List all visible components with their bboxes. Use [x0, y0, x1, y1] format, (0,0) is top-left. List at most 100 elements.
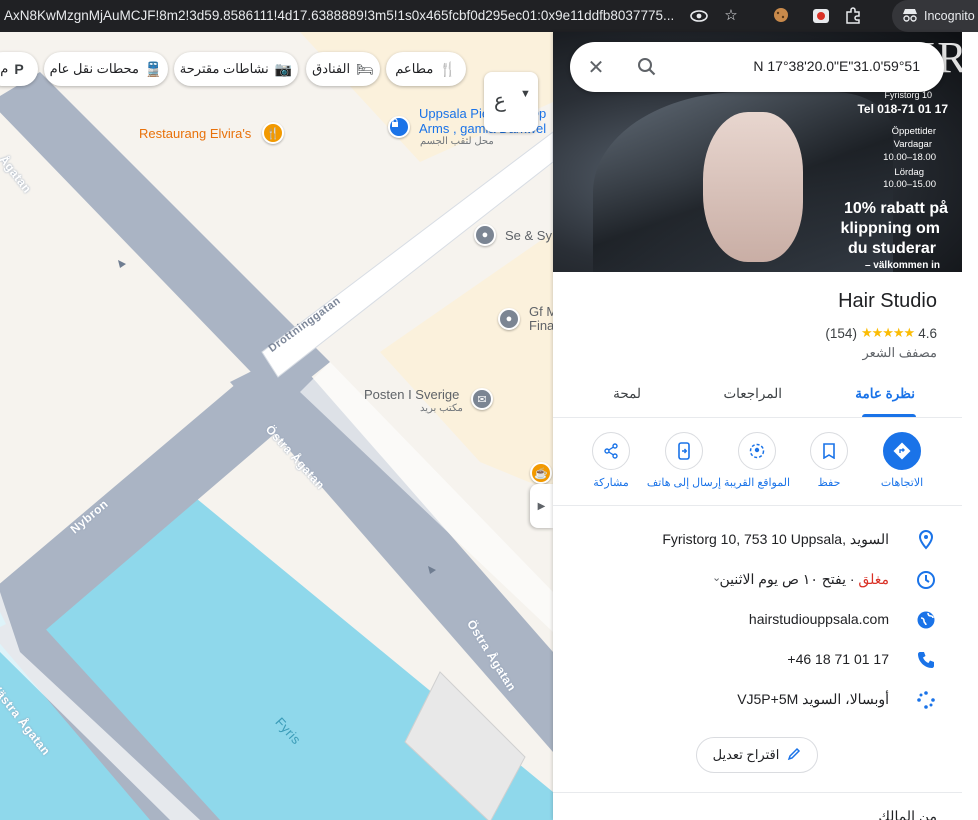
restaurant-pin-icon[interactable]: 🍴 [262, 122, 284, 144]
send-to-phone-button[interactable]: إرسال إلى هاتف [644, 432, 724, 489]
nearby-button[interactable]: المواقع القريبة [717, 432, 797, 489]
chip-parking[interactable]: م P [0, 52, 38, 86]
hotel-icon: 🛏 [356, 60, 374, 77]
chip-transit[interactable]: محطات نقل عام 🚆 [44, 52, 168, 86]
hero-hours-title: Öppettider [891, 126, 936, 137]
poi-restaurang-elviras[interactable]: Restaurang Elvira's [139, 126, 251, 141]
phone-row[interactable]: +46 18 71 01 17 [553, 639, 962, 679]
chip-things-to-do-label: نشاطات مقترحة [179, 61, 269, 76]
hero-welcome: – välkommen in [864, 260, 940, 271]
directions-button[interactable]: الاتجاهات [862, 432, 942, 489]
extensions-puzzle-icon[interactable] [843, 6, 863, 26]
nearby-icon [738, 432, 776, 470]
poi-posten-category: مكتب بريد [420, 403, 463, 414]
pencil-icon [787, 747, 801, 764]
hours-status: مغلق [858, 571, 889, 587]
directions-icon [883, 432, 921, 470]
hero-promo-3: du studerar [847, 240, 936, 257]
hero-saturday-hours: 10.00–15.00 [883, 179, 936, 190]
website-row[interactable]: hairstudiouppsala.com [553, 599, 962, 639]
incognito-icon [902, 8, 918, 25]
hero-weekday-hours: 10.00–18.00 [883, 152, 936, 163]
hours-row[interactable]: ⌄ مغلق · يفتح ١٠ ص يوم الاثنين [553, 559, 962, 599]
suggest-edit-button[interactable]: اقتراح تعديل [696, 737, 818, 773]
send-to-phone-label: إرسال إلى هاتف [646, 477, 722, 489]
mail-pin-icon[interactable]: ✉ [471, 388, 493, 410]
address-bar-url[interactable]: AxN8KwMzgnMjAuMCJF!8m2!3d59.8586111!4d17… [4, 0, 682, 32]
tab-overview[interactable]: نظرة عامة [855, 386, 915, 402]
tab-reviews[interactable]: المراجعات [723, 386, 782, 402]
plus-code-row[interactable]: VJ5P+5M أوبسالا، السويد [553, 679, 962, 719]
star-bookmark-icon[interactable]: ☆ [721, 6, 741, 26]
poi-gf-line2[interactable]: Fina [529, 318, 553, 333]
share-icon [592, 432, 630, 470]
rating-summary[interactable]: (154) ★★★★★ 4.6 [825, 325, 937, 341]
nearby-label: المواقع القريبة [724, 477, 790, 489]
review-count[interactable]: (154) [825, 326, 857, 341]
bookmark-icon [810, 432, 848, 470]
cookie-extension-icon[interactable] [771, 6, 791, 26]
hours-text: مغلق · يفتح ١٠ ص يوم الاثنين [720, 571, 889, 588]
close-icon[interactable]: ✕ [584, 55, 608, 80]
chip-hotels[interactable]: الفنادق 🛏 [306, 52, 380, 86]
phone-text: +46 18 71 01 17 [787, 651, 889, 667]
hero-promo-2: klippning om [840, 220, 940, 237]
shop-pin-icon[interactable] [388, 116, 410, 138]
poi-pin-icon-2[interactable]: ● [498, 308, 520, 330]
share-label: مشاركة [593, 477, 629, 489]
poi-se-sy[interactable]: Se & Sy [505, 228, 552, 243]
chevron-down-icon: ▼ [520, 88, 531, 100]
hours-detail: · يفتح ١٠ ص يوم الاثنين [719, 571, 859, 587]
incognito-indicator[interactable]: Incognito [892, 0, 978, 32]
website-text: hairstudiouppsala.com [748, 611, 889, 627]
poi-piercing-category: محل لثقب الجسم [420, 136, 494, 147]
chip-things-to-do[interactable]: نشاطات مقترحة 📷 [174, 52, 298, 86]
chip-transit-label: محطات نقل عام [49, 61, 139, 76]
section-divider [553, 792, 962, 793]
save-button[interactable]: حفظ [789, 432, 869, 489]
search-input[interactable]: N 17°38'20.0"E"31.0'59°51 [753, 58, 920, 74]
place-tabs: نظرة عامة المراجعات لمحة [553, 372, 962, 418]
location-pin-icon [915, 529, 937, 551]
directions-label: الاتجاهات [880, 477, 924, 489]
chip-parking-label: م [0, 61, 9, 76]
place-details-panel: HAIR Fyristorg 10 Tel 018-71 01 17 Öppet… [553, 32, 962, 820]
poi-pin-icon[interactable]: ● [474, 224, 496, 246]
search-box[interactable]: ✕ N 17°38'20.0"E"31.0'59°51 [570, 42, 944, 92]
incognito-label: Incognito [924, 9, 975, 23]
side-dropdown-label: ع [494, 90, 506, 112]
cafe-pin-icon[interactable]: ☕ [530, 462, 552, 484]
suggest-edit-label: اقتراح تعديل [712, 747, 780, 762]
action-buttons-row: الاتجاهات حفظ المواقع القريبة إرسال إلى … [553, 428, 962, 506]
collapse-panel-button[interactable]: ▶ [530, 484, 553, 528]
panel-scrollbar[interactable] [962, 32, 978, 820]
place-title: Hair Studio [838, 290, 937, 312]
phone-send-icon [665, 432, 703, 470]
poi-gf-line1[interactable]: Gf M [529, 304, 553, 319]
address-row[interactable]: Fyristorg 10, 753 10 Uppsala, السويد [553, 519, 962, 559]
chevron-right-icon: ▶ [537, 500, 546, 512]
tab-about[interactable]: لمحة [613, 386, 641, 402]
clock-icon [915, 569, 937, 591]
eye-icon[interactable] [689, 6, 709, 26]
restaurant-icon: 🍴 [439, 60, 457, 77]
parking-icon: P [14, 61, 24, 77]
search-icon[interactable] [636, 56, 658, 78]
place-category[interactable]: مصفف الشعر [863, 345, 938, 361]
phone-icon [915, 649, 937, 671]
save-label: حفظ [817, 477, 841, 489]
rating-stars: ★★★★★ [860, 325, 915, 340]
rating-value: 4.6 [918, 325, 937, 341]
active-tab-indicator [862, 414, 916, 417]
share-button[interactable]: مشاركة [571, 432, 651, 489]
chip-restaurants-label: مطاعم [395, 61, 434, 76]
photo-face-shape [703, 112, 803, 262]
poi-posten[interactable]: Posten I Sverige [364, 387, 459, 402]
record-extension-icon[interactable] [811, 6, 831, 26]
globe-icon [915, 609, 937, 631]
map-side-dropdown[interactable]: ع ▼ [484, 72, 538, 132]
browser-toolbar: AxN8KwMzgnMjAuMCJF!8m2!3d59.8586111!4d17… [0, 0, 978, 32]
chip-restaurants[interactable]: مطاعم 🍴 [386, 52, 466, 86]
chip-hotels-label: الفنادق [312, 61, 351, 76]
map-canvas[interactable]: Ågatan Drottninggatan Östra Ågatan Östra… [0, 32, 553, 820]
